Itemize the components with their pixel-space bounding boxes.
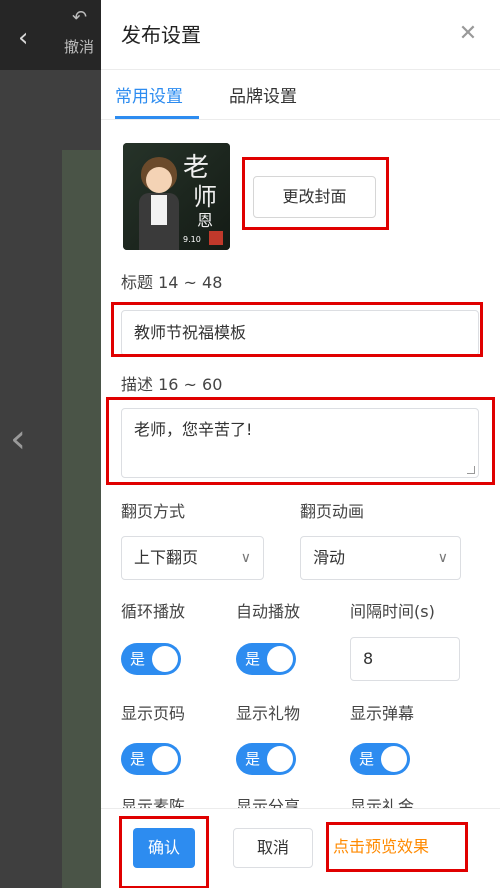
loop-play-toggle[interactable]: 是 xyxy=(121,643,181,675)
undo-label[interactable]: 撤消 xyxy=(64,38,94,56)
change-cover-button[interactable]: 更改封面 xyxy=(253,176,376,218)
description-text: 老师，您辛苦了! xyxy=(134,420,253,439)
chevron-down-icon: ∨ xyxy=(437,550,448,566)
cover-art-text: 恩 xyxy=(197,211,214,230)
chevron-down-icon: ∨ xyxy=(240,550,251,566)
toggle-text: 是 xyxy=(130,750,146,768)
clipped-label: 显示分享 xyxy=(236,797,301,808)
page-turn-animation-select[interactable]: 滑动 ∨ xyxy=(300,536,461,580)
auto-play-label: 自动播放 xyxy=(236,602,301,621)
preview-link[interactable]: 点击预览效果 xyxy=(333,833,429,861)
toggle-text: 是 xyxy=(245,650,261,668)
clipped-label: 显示礼金 xyxy=(350,797,415,808)
confirm-button[interactable]: 确认 xyxy=(133,828,195,868)
show-page-number-toggle[interactable]: 是 xyxy=(121,743,181,775)
page-turn-animation-value: 滑动 xyxy=(313,548,346,567)
publish-settings-panel: 发布设置 ✕ 常用设置 品牌设置 老 师 恩 9.10 更改封面 标题 14 ~… xyxy=(101,0,500,888)
panel-header: 发布设置 ✕ xyxy=(101,0,500,70)
cover-image: 老 师 恩 9.10 xyxy=(123,143,230,250)
page-turn-mode-label: 翻页方式 xyxy=(121,502,186,521)
clipped-label: 显示素陈 xyxy=(121,797,186,808)
panel-footer: 确认 取消 点击预览效果 xyxy=(101,808,500,888)
show-page-number-label: 显示页码 xyxy=(121,704,186,723)
resize-grip-icon[interactable] xyxy=(467,466,475,474)
panel-title: 发布设置 xyxy=(121,23,201,47)
toggle-text: 是 xyxy=(245,750,261,768)
interval-label: 间隔时间(s) xyxy=(350,602,435,621)
back-icon[interactable]: ‹ xyxy=(18,24,40,52)
toggle-knob xyxy=(267,646,293,672)
tab-brand-settings[interactable]: 品牌设置 xyxy=(229,86,297,108)
tab-common-settings[interactable]: 常用设置 xyxy=(115,86,183,108)
description-label: 描述 16 ~ 60 xyxy=(121,375,223,394)
toggle-knob xyxy=(381,746,407,772)
show-gifts-toggle[interactable]: 是 xyxy=(236,743,296,775)
cover-art-date: 9.10 xyxy=(183,235,201,244)
editor-toolbar: ‹ ↶ 撤消 xyxy=(0,0,101,70)
toggle-knob xyxy=(152,646,178,672)
title-input[interactable]: 教师节祝福模板 xyxy=(121,310,479,356)
loop-play-label: 循环播放 xyxy=(121,602,186,621)
toggle-text: 是 xyxy=(359,750,375,768)
page-turn-animation-label: 翻页动画 xyxy=(300,502,365,521)
clipped-settings-row: 显示素陈 显示分享 显示礼金 xyxy=(101,795,500,808)
toggle-knob xyxy=(267,746,293,772)
page-turn-mode-value: 上下翻页 xyxy=(134,548,199,567)
canvas-preview xyxy=(62,150,102,888)
show-danmaku-toggle[interactable]: 是 xyxy=(350,743,410,775)
page-turn-mode-select[interactable]: 上下翻页 ∨ xyxy=(121,536,264,580)
show-gifts-label: 显示礼物 xyxy=(236,704,301,723)
cover-stamp xyxy=(209,231,223,245)
toggle-knob xyxy=(152,746,178,772)
cancel-button[interactable]: 取消 xyxy=(233,828,313,868)
auto-play-toggle[interactable]: 是 xyxy=(236,643,296,675)
title-label: 标题 14 ~ 48 xyxy=(121,273,223,292)
active-tab-indicator xyxy=(115,116,199,119)
undo-icon[interactable]: ↶ xyxy=(72,8,94,28)
settings-tabs: 常用设置 品牌设置 xyxy=(101,70,500,120)
interval-input[interactable]: 8 xyxy=(350,637,460,681)
previous-page-icon[interactable]: ‹ xyxy=(10,415,26,463)
toggle-text: 是 xyxy=(130,650,146,668)
description-textarea[interactable]: 老师，您辛苦了! xyxy=(121,408,479,478)
close-icon[interactable]: ✕ xyxy=(458,23,478,45)
show-danmaku-label: 显示弹幕 xyxy=(350,704,415,723)
